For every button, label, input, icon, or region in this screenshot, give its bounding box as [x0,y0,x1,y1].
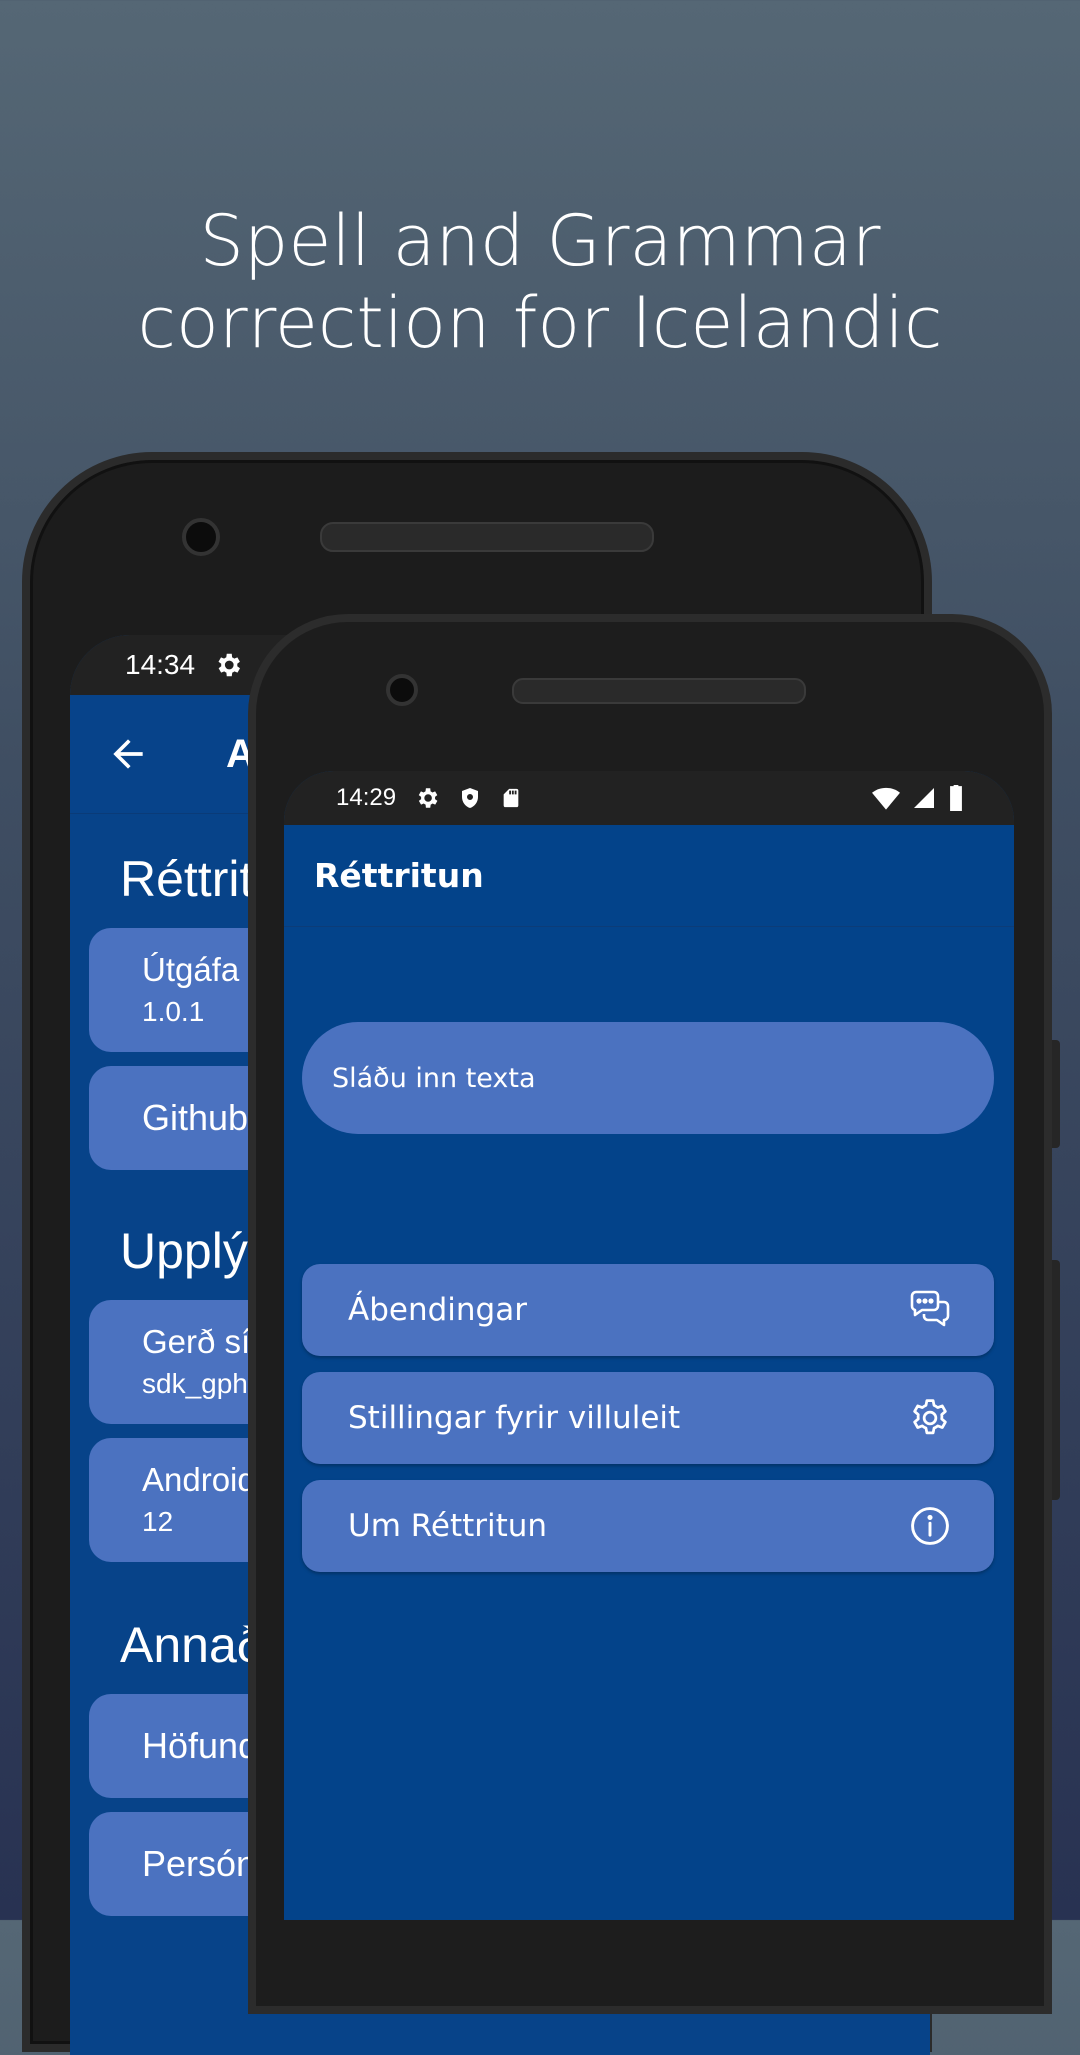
sd-card-icon [503,788,519,808]
battery-icon [950,785,962,811]
back-arrow-icon[interactable] [106,732,150,776]
chat-bubbles-icon [908,1288,952,1332]
menu-item-feedback[interactable]: Ábendingar [302,1264,994,1356]
menu-item-label: Um Réttritun [348,1508,548,1544]
status-time: 14:34 [125,649,196,680]
gear-icon [908,1396,952,1440]
status-time: 14:29 [336,784,397,811]
text-input-field[interactable]: Sláðu inn texta [302,1022,994,1134]
speaker-grille [320,522,654,552]
app-title: Réttritun [314,856,484,895]
info-icon [908,1504,952,1548]
headline-line-2: correction for Icelandic [137,282,943,364]
status-bar: 14:29 [284,771,1014,825]
camera-icon [386,674,418,706]
headline-line-1: Spell and Grammar [199,200,881,282]
camera-icon [182,518,220,556]
menu-item-label: Stillingar fyrir villuleit [348,1400,681,1436]
front-phone-screen: 14:29 Réttritun Sláðu inn texta Ábending… [284,771,1014,1920]
wifi-icon [872,787,900,810]
settings-icon [418,788,438,808]
menu-item-label: Ábendingar [348,1292,527,1328]
menu-item-about[interactable]: Um Réttritun [302,1480,994,1572]
text-input-placeholder: Sláðu inn texta [332,1062,536,1094]
shield-icon [462,788,479,808]
power-button [1052,1040,1060,1148]
app-bar: Réttritun [284,825,1014,927]
volume-button [1052,1260,1060,1500]
settings-icon [218,653,241,677]
speaker-grille [512,678,806,704]
menu-item-spellcheck-settings[interactable]: Stillingar fyrir villuleit [302,1372,994,1464]
signal-icon [914,788,934,808]
headline: Spell and Grammar correction for Iceland… [0,200,1080,364]
